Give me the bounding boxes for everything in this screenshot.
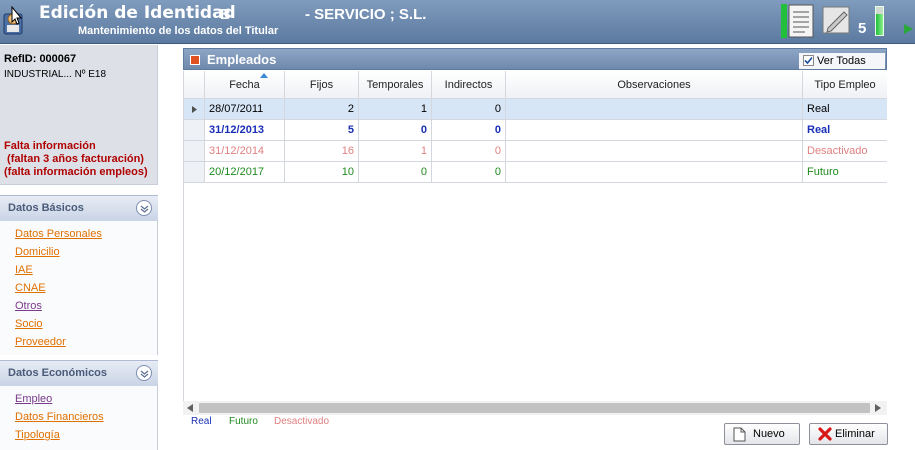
- collapse-icon[interactable]: [136, 365, 152, 381]
- nav-link-datos-personales[interactable]: Datos Personales: [15, 225, 157, 243]
- nav-link-tipologia[interactable]: Tipología: [15, 426, 157, 444]
- row-header-corner: [184, 71, 205, 99]
- employees-panel: Empleados Ver Todas Fecha Fijos Temporal…: [183, 48, 888, 445]
- section-datos-basicos[interactable]: Datos Básicos: [0, 195, 158, 221]
- column-header-fijos[interactable]: Fijos: [285, 71, 359, 99]
- company-initial: B: [220, 6, 231, 23]
- table-row[interactable]: 31/12/2013 5 0 0 Real: [184, 120, 887, 141]
- column-header-tipo-empleo[interactable]: Tipo Empleo: [803, 71, 887, 99]
- cell-fijos[interactable]: 2: [285, 99, 359, 120]
- scrollbar-thumb[interactable]: [199, 403, 870, 413]
- new-document-icon: [733, 427, 746, 442]
- cell-observaciones[interactable]: [506, 162, 803, 183]
- row-selector[interactable]: [184, 120, 205, 141]
- app-icon: [3, 6, 23, 35]
- cell-indirectos[interactable]: 0: [432, 99, 506, 120]
- app-header: Edición de Identidad B - SERVICIO ; S.L.…: [0, 0, 915, 44]
- warning-text: Falta información (faltan 3 años factura…: [4, 140, 148, 178]
- reference-id: RefID: 000067: [4, 53, 77, 65]
- nav-link-iae[interactable]: IAE: [15, 261, 157, 279]
- table-row[interactable]: 31/12/2014 16 1 0 Desactivado: [184, 141, 887, 162]
- company-name: - SERVICIO ; S.L.: [305, 6, 427, 23]
- cell-fecha[interactable]: 20/12/2017: [205, 162, 285, 183]
- sort-ascending-icon: [260, 73, 268, 78]
- new-button[interactable]: Nuevo: [724, 423, 800, 445]
- nav-link-empleo[interactable]: Empleo: [15, 390, 157, 408]
- cell-indirectos[interactable]: 0: [432, 141, 506, 162]
- cell-tipo[interactable]: Futuro: [803, 162, 887, 183]
- cell-indirectos[interactable]: 0: [432, 162, 506, 183]
- current-row-icon: [192, 106, 197, 113]
- column-header-label: Fecha: [229, 79, 260, 91]
- sidebar: RefID: 000067 INDUSTRIAL... Nº E18 Falta…: [0, 45, 158, 450]
- ver-todas-toggle[interactable]: Ver Todas: [799, 53, 885, 69]
- panel-title: Empleados: [207, 52, 277, 67]
- row-selector[interactable]: [184, 141, 205, 162]
- cell-fijos[interactable]: 10: [285, 162, 359, 183]
- cell-fecha[interactable]: 28/07/2011: [205, 99, 285, 120]
- cell-temporales[interactable]: 1: [359, 141, 432, 162]
- page-title: Edición de Identidad: [39, 3, 236, 23]
- section-body-datos-basicos: Datos Personales Domicilio IAE CNAE Otro…: [0, 221, 158, 355]
- cell-observaciones[interactable]: [506, 141, 803, 162]
- cell-fijos[interactable]: 5: [285, 120, 359, 141]
- legend-desactivado: Desactivado: [274, 416, 330, 427]
- row-selector[interactable]: [184, 99, 205, 120]
- nav-link-domicilio[interactable]: Domicilio: [15, 243, 157, 261]
- panel-header: Empleados Ver Todas: [183, 48, 887, 70]
- section-title: Datos Económicos: [8, 367, 108, 379]
- employees-grid: Fecha Fijos Temporales Indirectos Observ…: [183, 71, 887, 401]
- column-header-observaciones[interactable]: Observaciones: [506, 71, 803, 99]
- document-icon[interactable]: [780, 4, 816, 38]
- cell-fecha[interactable]: 31/12/2013: [205, 120, 285, 141]
- counter-badge: 5: [858, 20, 867, 37]
- scroll-right-icon[interactable]: [875, 404, 881, 412]
- column-header-indirectos[interactable]: Indirectos: [432, 71, 506, 99]
- collapse-icon[interactable]: [136, 200, 152, 216]
- horizontal-scrollbar[interactable]: [183, 401, 887, 415]
- cell-tipo[interactable]: Desactivado: [803, 141, 887, 162]
- section-title: Datos Básicos: [8, 202, 84, 214]
- arrow-icon[interactable]: [902, 22, 915, 36]
- cell-fecha[interactable]: 31/12/2014: [205, 141, 285, 162]
- level-indicator: [875, 6, 884, 36]
- section-datos-economicos[interactable]: Datos Económicos: [0, 360, 158, 386]
- table-row[interactable]: 28/07/2011 2 1 0 Real: [184, 99, 887, 120]
- cell-fijos[interactable]: 16: [285, 141, 359, 162]
- cell-temporales[interactable]: 1: [359, 99, 432, 120]
- new-button-label: Nuevo: [753, 428, 785, 440]
- cell-observaciones[interactable]: [506, 99, 803, 120]
- section-body-datos-economicos: Empleo Datos Financieros Tipología: [0, 386, 158, 450]
- column-header-fecha[interactable]: Fecha: [205, 71, 285, 99]
- delete-x-icon: [818, 427, 832, 441]
- ver-todas-label: Ver Todas: [817, 55, 866, 67]
- level-indicator-fill: [876, 14, 883, 35]
- nav-link-socio[interactable]: Socio: [15, 315, 157, 333]
- cell-tipo[interactable]: Real: [803, 99, 887, 120]
- table-row[interactable]: 20/12/2017 10 0 0 Futuro: [184, 162, 887, 183]
- cell-tipo[interactable]: Real: [803, 120, 887, 141]
- nav-link-datos-financieros[interactable]: Datos Financieros: [15, 408, 157, 426]
- row-selector[interactable]: [184, 162, 205, 183]
- panel-collapse-icon[interactable]: [190, 55, 200, 65]
- page-subtitle: Mantenimiento de los datos del Titular: [78, 25, 279, 37]
- cell-temporales[interactable]: 0: [359, 120, 432, 141]
- delete-button-label: Eliminar: [835, 428, 875, 440]
- pencil-icon[interactable]: [820, 4, 852, 36]
- nav-link-otros[interactable]: Otros: [15, 297, 157, 315]
- column-header-temporales[interactable]: Temporales: [359, 71, 432, 99]
- reference-company: INDUSTRIAL... Nº E18: [4, 69, 107, 80]
- nav-link-proveedor[interactable]: Proveedor: [15, 333, 157, 351]
- nav-link-cnae[interactable]: CNAE: [15, 279, 157, 297]
- cell-temporales[interactable]: 0: [359, 162, 432, 183]
- legend-real: Real: [191, 416, 212, 427]
- delete-button[interactable]: Eliminar: [809, 423, 888, 445]
- legend-futuro: Futuro: [229, 416, 258, 427]
- cell-observaciones[interactable]: [506, 120, 803, 141]
- checkbox-checked-icon[interactable]: [803, 55, 814, 66]
- reference-panel: RefID: 000067 INDUSTRIAL... Nº E18 Falta…: [0, 45, 158, 185]
- scroll-left-icon[interactable]: [187, 404, 193, 412]
- cell-indirectos[interactable]: 0: [432, 120, 506, 141]
